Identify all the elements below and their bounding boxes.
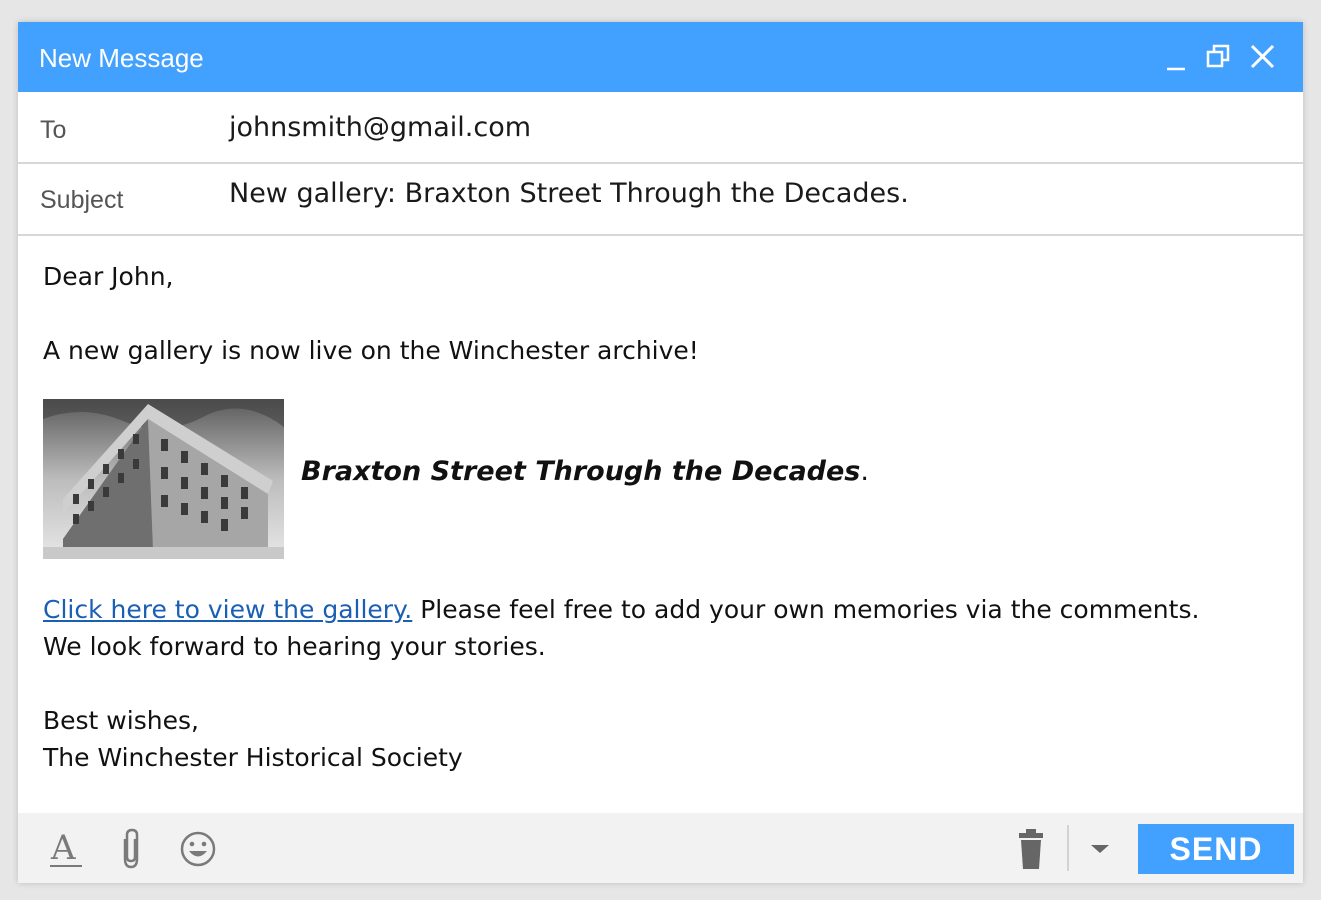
close-icon bbox=[1250, 44, 1275, 69]
toolbar-divider bbox=[1067, 825, 1069, 871]
title-bar: New Message bbox=[18, 22, 1303, 92]
minimize-button[interactable] bbox=[1163, 40, 1197, 74]
greeting-text: Dear John, bbox=[43, 262, 174, 291]
compose-toolbar: A SEND bbox=[18, 813, 1303, 883]
dropdown-arrow-icon bbox=[1091, 845, 1109, 853]
emoji-button[interactable] bbox=[178, 829, 218, 873]
trash-icon bbox=[1019, 829, 1043, 869]
emoji-icon bbox=[180, 831, 216, 867]
format-text-button[interactable]: A bbox=[48, 827, 88, 875]
subject-label: Subject bbox=[40, 186, 124, 214]
attachment-icon bbox=[123, 828, 139, 869]
more-options-button[interactable] bbox=[1088, 835, 1112, 863]
gallery-title-suffix: . bbox=[860, 456, 869, 487]
window-title: New Message bbox=[39, 43, 204, 73]
send-button[interactable]: SEND bbox=[1138, 824, 1294, 874]
signature-text: The Winchester Historical Society bbox=[43, 743, 463, 772]
link-paragraph: Click here to view the gallery. Please f… bbox=[43, 595, 1199, 625]
gallery-title: Braxton Street Through the Decades. bbox=[301, 456, 869, 488]
svg-text:A: A bbox=[50, 828, 76, 868]
view-gallery-link[interactable]: Click here to view the gallery. bbox=[43, 595, 412, 624]
message-body[interactable]: Dear John, A new gallery is now live on … bbox=[18, 234, 1303, 812]
subject-row: Subject New gallery: Braxton Street Thro… bbox=[18, 164, 1303, 236]
close-button[interactable] bbox=[1246, 40, 1280, 74]
attach-button[interactable] bbox=[115, 827, 147, 875]
gallery-thumbnail-image bbox=[43, 399, 284, 559]
intro-text: A new gallery is now live on the Winches… bbox=[43, 336, 699, 365]
signoff-text: Best wishes, bbox=[43, 706, 199, 735]
after-link-text: Please feel free to add your own memorie… bbox=[412, 595, 1200, 624]
to-field[interactable]: johnsmith@gmail.com bbox=[229, 112, 531, 143]
popout-icon bbox=[1206, 44, 1230, 68]
to-row: To johnsmith@gmail.com bbox=[18, 92, 1303, 164]
subject-field[interactable]: New gallery: Braxton Street Through the … bbox=[229, 178, 909, 209]
to-label: To bbox=[40, 116, 67, 144]
closing-text: We look forward to hearing your stories. bbox=[43, 632, 546, 661]
gallery-title-text: Braxton Street Through the Decades bbox=[301, 456, 861, 487]
discard-button[interactable] bbox=[1016, 827, 1048, 875]
minimize-icon bbox=[1167, 67, 1185, 71]
text-format-icon: A bbox=[50, 828, 82, 868]
popout-button[interactable] bbox=[1204, 40, 1238, 74]
compose-window: New Message To johnsmith@gmail.com Subje… bbox=[18, 22, 1303, 883]
